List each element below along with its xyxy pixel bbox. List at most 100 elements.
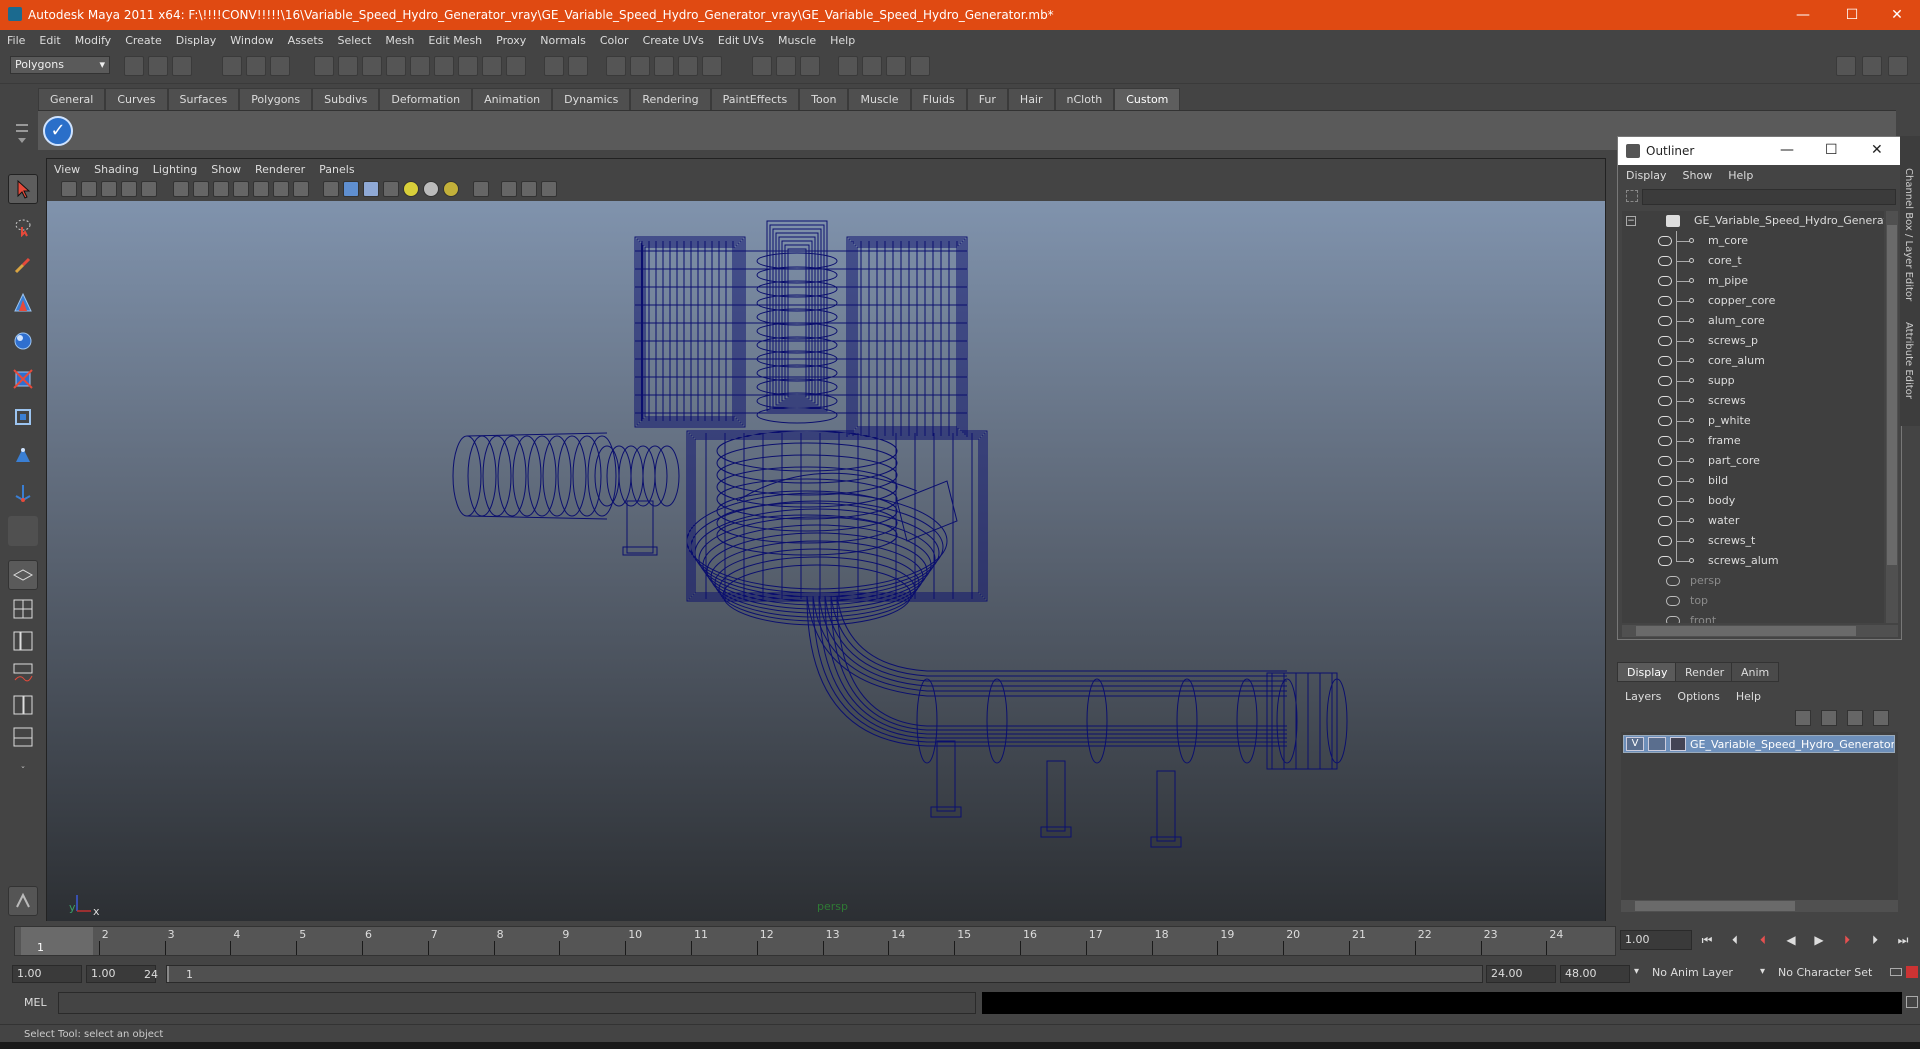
menu-proxy[interactable]: Proxy — [489, 34, 533, 47]
pick-mask-icon[interactable] — [314, 56, 334, 76]
play-forwards-button[interactable]: ▶ — [1810, 932, 1828, 948]
viewport-menu-lighting[interactable]: Lighting — [146, 163, 204, 176]
textured-icon[interactable] — [383, 181, 399, 197]
select-object-icon[interactable] — [246, 56, 266, 76]
outliner-menu-help[interactable]: Help — [1720, 169, 1761, 182]
persp-graph-layout-icon[interactable] — [8, 658, 38, 688]
render-view-icon[interactable] — [838, 56, 858, 76]
outliner-item-row[interactable]: m_pipe — [1622, 261, 1884, 291]
channel-box-layer-editor-tab[interactable]: Channel Box / Layer Editor — [1903, 168, 1914, 301]
render-settings-icon[interactable] — [910, 56, 930, 76]
outliner-item-row[interactable]: bild — [1622, 461, 1884, 491]
default-lighting-icon[interactable] — [403, 181, 419, 197]
camera-attributes-icon[interactable] — [81, 181, 97, 197]
layer-tab-display[interactable]: Display — [1617, 662, 1678, 682]
step-back-frame-button[interactable]: ⏴ — [1726, 932, 1744, 948]
menu-display[interactable]: Display — [169, 34, 224, 47]
menu-edit-uvs[interactable]: Edit UVs — [711, 34, 771, 47]
move-tool-icon[interactable] — [8, 288, 38, 318]
snap-view-plane-icon[interactable] — [678, 56, 698, 76]
paint-select-tool-icon[interactable] — [8, 250, 38, 280]
current-time-indicator[interactable]: 1 — [21, 927, 93, 955]
outliner-horizontal-scrollbar[interactable] — [1622, 625, 1898, 637]
current-time-field[interactable]: 1.00 — [1620, 930, 1692, 950]
custom-shelf-check-button[interactable]: ✓ — [43, 116, 73, 146]
grid-icon[interactable] — [173, 181, 189, 197]
outliner-item-row[interactable]: screws_t — [1622, 521, 1884, 551]
outliner-item-row[interactable]: screws — [1622, 381, 1884, 411]
rotate-tool-icon[interactable] — [8, 326, 38, 356]
select-hierarchy-icon[interactable] — [222, 56, 242, 76]
menu-edit[interactable]: Edit — [32, 34, 67, 47]
perspective-viewport[interactable]: y x persp — [47, 201, 1605, 921]
collapse-icon[interactable]: − — [1626, 216, 1636, 226]
wireframe-icon[interactable] — [323, 181, 339, 197]
key-icon[interactable] — [1890, 968, 1902, 976]
new-layer-selected-icon[interactable] — [1873, 710, 1889, 726]
play-backwards-button[interactable]: ◀ — [1782, 932, 1800, 948]
image-plane-icon[interactable] — [121, 181, 137, 197]
shelf-tab-polygons[interactable]: Polygons — [239, 88, 313, 110]
outliner-vertical-scrollbar[interactable] — [1886, 211, 1898, 623]
snap-curve-icon[interactable] — [630, 56, 650, 76]
shelf-tab-deformation[interactable]: Deformation — [379, 88, 473, 110]
scale-tool-icon[interactable] — [8, 364, 38, 394]
shelf-tab-fluids[interactable]: Fluids — [910, 88, 967, 110]
time-slider[interactable]: 123456789101112131415161718192021222324 … — [14, 926, 1616, 956]
layer-playback-toggle[interactable] — [1648, 737, 1666, 751]
viewport-menu-renderer[interactable]: Renderer — [248, 163, 312, 176]
outliner-item-row[interactable]: core_t — [1622, 241, 1884, 271]
outliner-vscroll-thumb[interactable] — [1887, 225, 1897, 565]
all-lights-icon[interactable] — [423, 181, 439, 197]
quick-layout-icon[interactable] — [8, 886, 38, 916]
outliner-item-row[interactable]: frame — [1622, 421, 1884, 451]
character-set-dropdown[interactable]: No Character Set — [1774, 965, 1888, 983]
shelf-tab-fur[interactable]: Fur — [966, 88, 1008, 110]
show-manipulator-icon[interactable] — [8, 478, 38, 508]
shelf-tab-rendering[interactable]: Rendering — [630, 88, 711, 110]
step-back-key-button[interactable]: ⏴ — [1754, 932, 1772, 948]
command-input[interactable] — [58, 992, 976, 1014]
menu-file[interactable]: File — [0, 34, 32, 47]
menu-modify[interactable]: Modify — [68, 34, 118, 47]
menu-edit-mesh[interactable]: Edit Mesh — [421, 34, 489, 47]
outliner-root-row[interactable]: − GE_Variable_Speed_Hydro_Generator — [1622, 211, 1884, 231]
pick-rendering-icon[interactable] — [458, 56, 478, 76]
new-layer-icon[interactable] — [1847, 710, 1863, 726]
smooth-shade-icon[interactable] — [343, 181, 359, 197]
command-language-label[interactable]: MEL — [24, 996, 47, 1009]
outliner-item-row[interactable]: part_core — [1622, 441, 1884, 471]
menu-create[interactable]: Create — [118, 34, 169, 47]
shelf-tab-general[interactable]: General — [38, 88, 106, 110]
layer-color-swatch[interactable] — [1670, 737, 1686, 751]
pick-misc-icon[interactable] — [482, 56, 502, 76]
resolution-gate-icon[interactable] — [213, 181, 229, 197]
shelf-tab-curves[interactable]: Curves — [105, 88, 168, 110]
viewport-menu-view[interactable]: View — [47, 163, 87, 176]
menu-normals[interactable]: Normals — [533, 34, 593, 47]
outliner-maximize-button[interactable]: ☐ — [1825, 142, 1838, 158]
outliner-item-row[interactable]: water — [1622, 501, 1884, 531]
make-live-icon[interactable] — [702, 56, 722, 76]
shelf-menu-icon[interactable] — [14, 118, 30, 148]
tool-settings-toggle-icon[interactable] — [1862, 56, 1882, 76]
outliner-item-row[interactable]: supp — [1622, 361, 1884, 391]
outliner-item-row[interactable]: alum_core — [1622, 301, 1884, 331]
move-layer-up-icon[interactable] — [1795, 710, 1811, 726]
range-slider-thumb[interactable]: 1 24 — [144, 966, 193, 982]
outliner-minimize-button[interactable]: — — [1780, 142, 1794, 158]
viewport-menu-panels[interactable]: Panels — [312, 163, 361, 176]
outliner-menu-show[interactable]: Show — [1675, 169, 1721, 182]
channel-box-toggle-icon[interactable] — [1888, 56, 1908, 76]
lasso-tool-icon[interactable] — [8, 212, 38, 242]
pick-dynamics-icon[interactable] — [434, 56, 454, 76]
attribute-editor-toggle-icon[interactable] — [1836, 56, 1856, 76]
layer-horizontal-scrollbar[interactable] — [1621, 900, 1898, 912]
filter-icon[interactable] — [1626, 190, 1638, 202]
wireframe-on-shaded-icon[interactable] — [363, 181, 379, 197]
menu-window[interactable]: Window — [223, 34, 280, 47]
pick-joints-icon[interactable] — [338, 56, 358, 76]
step-forward-key-button[interactable]: ⏵ — [1838, 932, 1856, 948]
layer-menu-help[interactable]: Help — [1728, 690, 1769, 703]
output-ops-icon[interactable] — [776, 56, 796, 76]
